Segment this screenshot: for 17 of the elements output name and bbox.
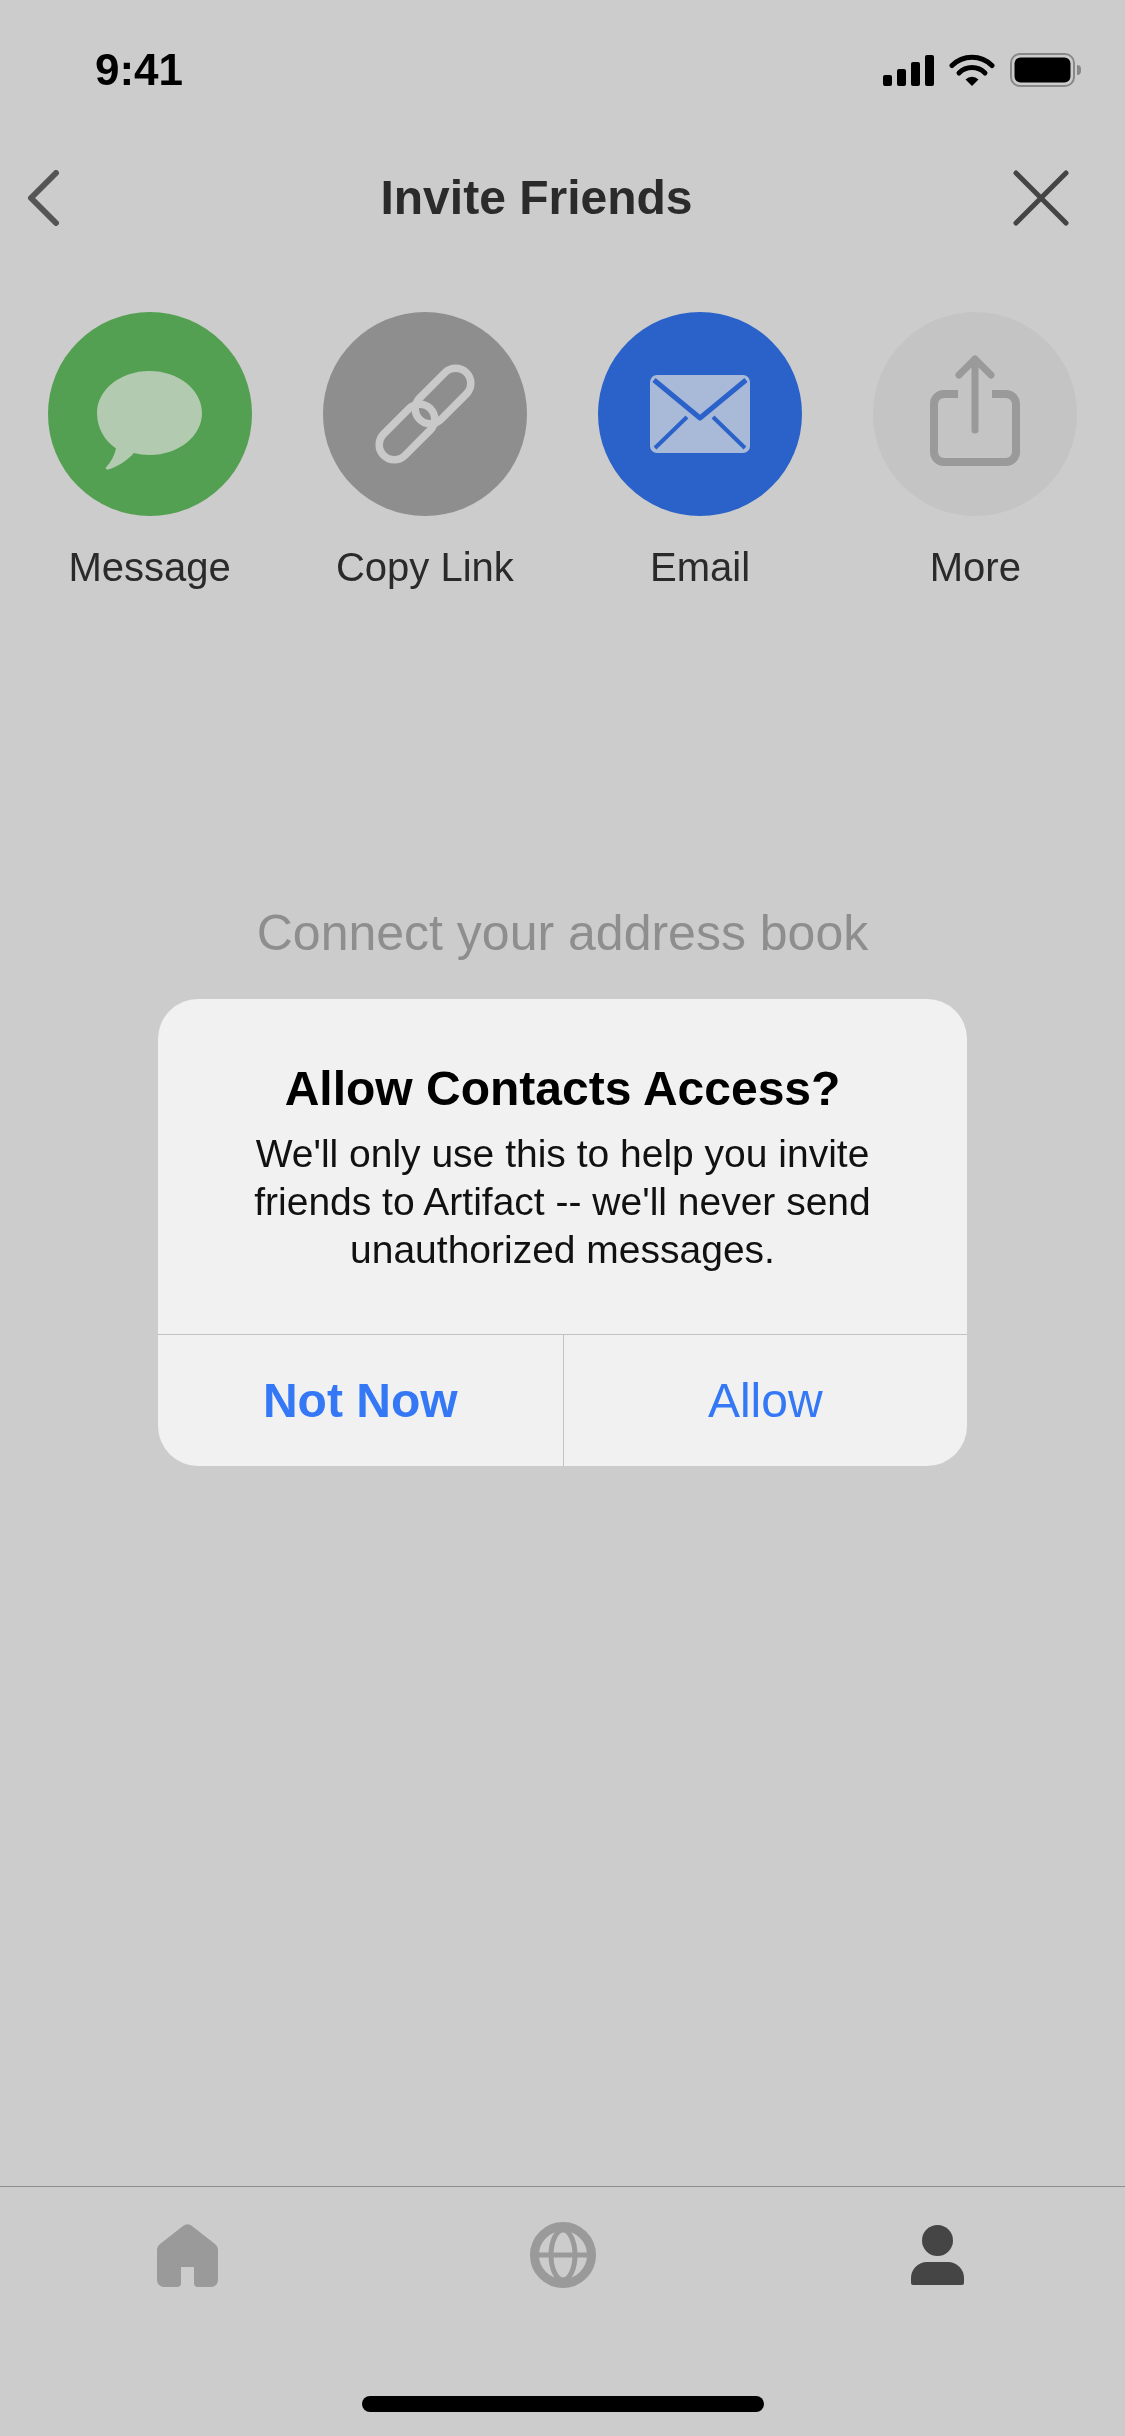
empty-state-text: Connect your address book <box>256 904 869 962</box>
status-time: 9:41 <box>95 48 184 92</box>
wifi-icon <box>949 53 995 87</box>
battery-icon <box>1010 53 1082 87</box>
page-title: Invite Friends <box>380 174 693 222</box>
share-option[interactable]: Copy Link <box>287 312 563 591</box>
dialog-title: Allow Contacts Access? <box>284 1061 841 1117</box>
dialog-button[interactable]: Allow <box>562 1335 967 1466</box>
share-option[interactable]: Message <box>12 312 288 591</box>
dialog-button[interactable]: Not Now <box>158 1335 563 1466</box>
share-option[interactable]: Email <box>562 312 838 591</box>
signal-icon <box>883 54 934 86</box>
back-icon[interactable] <box>27 170 60 226</box>
dialog-message: We'll only use this to help you invite friends to Artifact -- we'll never send unauthorized messages. <box>253 1131 872 1273</box>
person-icon[interactable] <box>911 2225 964 2285</box>
close-icon[interactable] <box>1013 170 1069 226</box>
share-option[interactable]: More <box>837 312 1113 591</box>
